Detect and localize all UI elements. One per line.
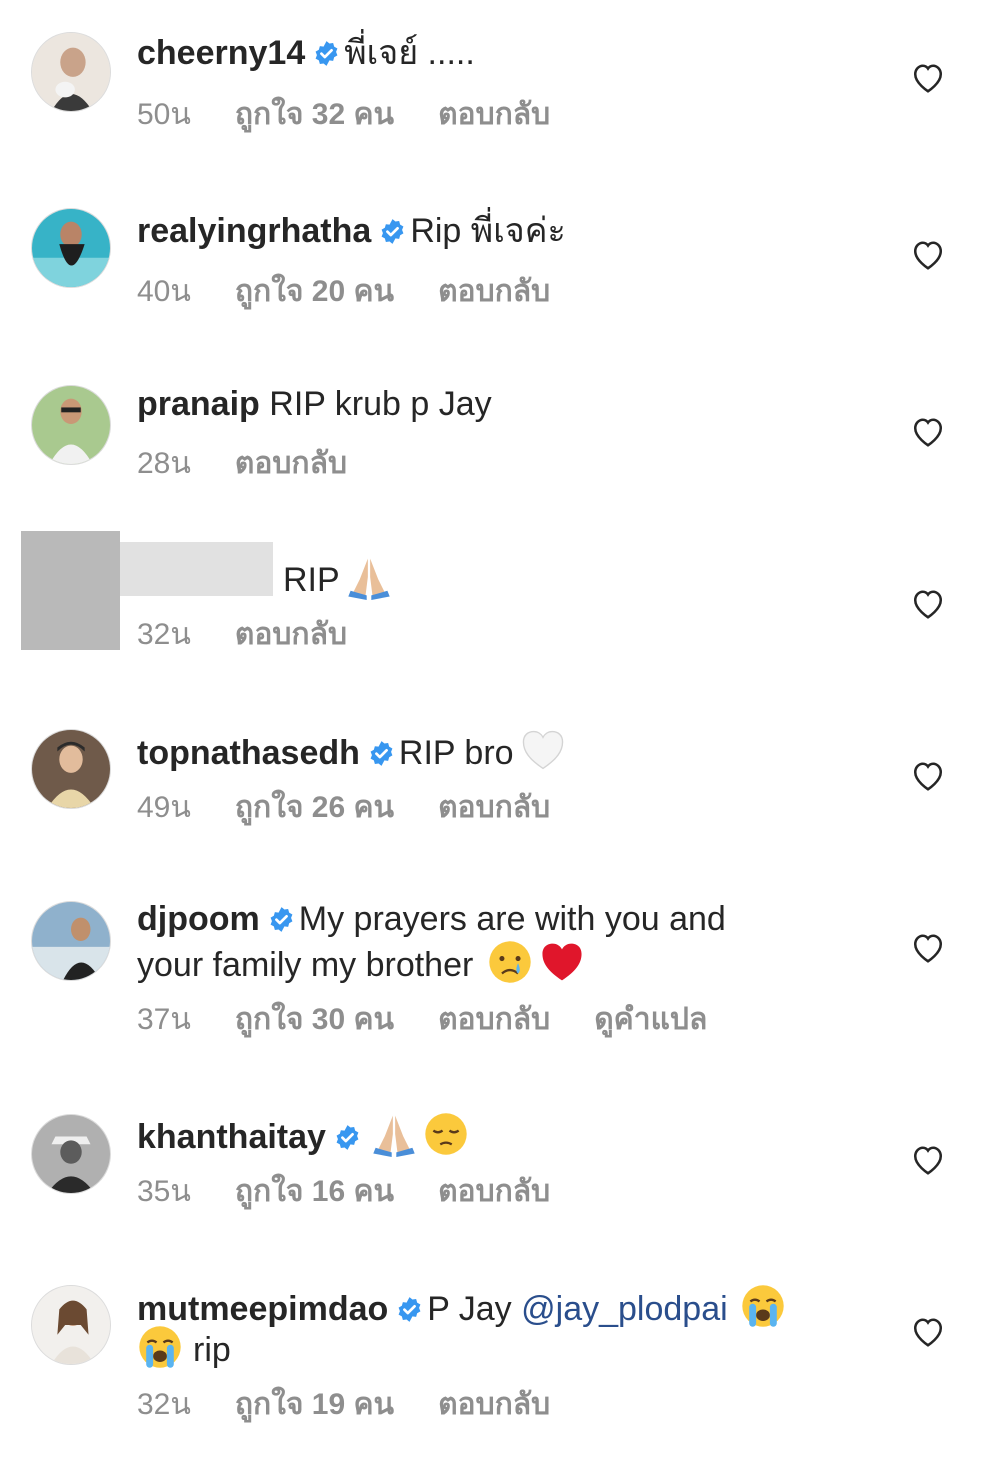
user-mention-link[interactable]: @jay_plodpai bbox=[521, 1290, 728, 1328]
comment-text-line: cheerny14 พี่เจย์ ..... bbox=[137, 32, 475, 74]
verified-badge-icon bbox=[334, 1124, 361, 1151]
likes-count[interactable]: ถูกใจ 16 คน bbox=[235, 1175, 394, 1208]
comment-body-line2: your family my brother bbox=[137, 946, 474, 984]
avatar[interactable] bbox=[31, 901, 111, 981]
avatar[interactable] bbox=[31, 385, 111, 465]
comment-time: 49น bbox=[137, 791, 191, 824]
comment-body: Rip พี่เจค่ะ bbox=[410, 212, 566, 250]
comment-username[interactable]: topnathasedh bbox=[137, 734, 360, 772]
comment-body: RIP bro bbox=[398, 734, 514, 772]
comment-time: 40น bbox=[137, 275, 191, 308]
comment-body-line2: rip bbox=[193, 1331, 231, 1369]
heart-outline-icon[interactable] bbox=[910, 930, 946, 964]
pensive-face-emoji bbox=[423, 1111, 469, 1157]
reply-button[interactable]: ตอบกลับ bbox=[438, 1003, 550, 1036]
comment-text-line: topnathasedh RIP bro bbox=[137, 727, 566, 774]
likes-count[interactable]: ถูกใจ 30 คน bbox=[235, 1003, 394, 1036]
avatar[interactable] bbox=[31, 208, 111, 288]
avatar[interactable] bbox=[31, 32, 111, 112]
comment-username[interactable]: mutmeepimdao bbox=[137, 1290, 388, 1328]
comment-meta: 50น ถูกใจ 32 คน ตอบกลับ bbox=[137, 97, 594, 133]
comment-text-line: realyingrhatha Rip พี่เจค่ะ bbox=[137, 210, 566, 252]
comment-text-line: your family my brother bbox=[137, 939, 585, 986]
comment-username[interactable]: pranaip bbox=[137, 385, 260, 423]
crying-face-emoji bbox=[487, 939, 533, 985]
heart-outline-icon[interactable] bbox=[910, 758, 946, 792]
likes-count[interactable]: ถูกใจ 20 คน bbox=[235, 275, 394, 308]
avatar[interactable] bbox=[31, 729, 111, 809]
comment-body: RIP krub p Jay bbox=[269, 385, 492, 423]
reply-button[interactable]: ตอบกลับ bbox=[438, 275, 550, 308]
comment-body-line1: My prayers are with you and bbox=[298, 900, 726, 938]
reply-button[interactable]: ตอบกลับ bbox=[235, 618, 347, 651]
heart-outline-icon[interactable] bbox=[910, 60, 946, 94]
comment-body: RIP bbox=[283, 561, 340, 599]
comment-body: P Jay bbox=[427, 1290, 512, 1328]
comment-text-line: rip bbox=[137, 1324, 231, 1371]
reply-button[interactable]: ตอบกลับ bbox=[235, 447, 347, 480]
comment-meta: 35น ถูกใจ 16 คน ตอบกลับ bbox=[137, 1174, 594, 1210]
comment-text-line: RIP bbox=[283, 554, 392, 601]
heart-outline-icon[interactable] bbox=[910, 237, 946, 271]
folded-hands-emoji bbox=[371, 1111, 417, 1157]
red-heart-emoji bbox=[539, 939, 585, 985]
likes-count[interactable]: ถูกใจ 32 คน bbox=[235, 98, 394, 131]
comment-meta: 40น ถูกใจ 20 คน ตอบกลับ bbox=[137, 274, 594, 310]
comment-text-line: pranaip RIP krub p Jay bbox=[137, 383, 492, 425]
comment-username[interactable]: realyingrhatha bbox=[137, 212, 371, 250]
verified-badge-icon bbox=[268, 906, 295, 933]
verified-badge-icon bbox=[368, 740, 395, 767]
heart-outline-icon[interactable] bbox=[910, 414, 946, 448]
reply-button[interactable]: ตอบกลับ bbox=[438, 98, 550, 131]
comment-time: 32น bbox=[137, 618, 191, 651]
comment-username[interactable]: djpoom bbox=[137, 900, 260, 938]
comment-time: 37น bbox=[137, 1003, 191, 1036]
heart-outline-icon[interactable] bbox=[910, 1142, 946, 1176]
comment-meta: 32น ถูกใจ 19 คน ตอบกลับ bbox=[137, 1387, 594, 1423]
comment-meta: 32น ตอบกลับ bbox=[137, 617, 391, 653]
reply-button[interactable]: ตอบกลับ bbox=[438, 1388, 550, 1421]
comment-meta: 28น ตอบกลับ bbox=[137, 446, 391, 482]
loudly-crying-face-emoji bbox=[740, 1283, 786, 1329]
white-heart-emoji bbox=[520, 727, 566, 773]
verified-badge-icon bbox=[396, 1296, 423, 1323]
likes-count[interactable]: ถูกใจ 19 คน bbox=[235, 1388, 394, 1421]
see-translation-button[interactable]: ดูคำแปล bbox=[594, 1003, 707, 1036]
heart-outline-icon[interactable] bbox=[910, 1314, 946, 1348]
comment-time: 35น bbox=[137, 1175, 191, 1208]
comment-meta: 49น ถูกใจ 26 คน ตอบกลับ bbox=[137, 790, 594, 826]
avatar[interactable] bbox=[31, 1285, 111, 1365]
redacted-username bbox=[120, 542, 273, 596]
folded-hands-emoji bbox=[346, 554, 392, 600]
heart-outline-icon[interactable] bbox=[910, 586, 946, 620]
redacted-avatar bbox=[21, 531, 120, 650]
likes-count[interactable]: ถูกใจ 26 คน bbox=[235, 791, 394, 824]
avatar[interactable] bbox=[31, 1114, 111, 1194]
reply-button[interactable]: ตอบกลับ bbox=[438, 791, 550, 824]
comment-time: 32น bbox=[137, 1388, 191, 1421]
comment-username[interactable]: cheerny14 bbox=[137, 34, 305, 72]
comment-username[interactable]: khanthaitay bbox=[137, 1118, 326, 1156]
reply-button[interactable]: ตอบกลับ bbox=[438, 1175, 550, 1208]
verified-badge-icon bbox=[313, 40, 340, 67]
comment-text-line: khanthaitay bbox=[137, 1111, 469, 1158]
comment-body: พี่เจย์ ..... bbox=[344, 34, 475, 72]
comment-text-line: djpoom My prayers are with you and bbox=[137, 898, 726, 940]
loudly-crying-face-emoji bbox=[137, 1324, 183, 1370]
verified-badge-icon bbox=[379, 218, 406, 245]
comment-meta: 37น ถูกใจ 30 คน ตอบกลับ ดูคำแปล bbox=[137, 1002, 751, 1038]
comment-text-line: mutmeepimdao P Jay @jay_plodpai bbox=[137, 1283, 786, 1330]
comment-time: 50น bbox=[137, 98, 191, 131]
comment-time: 28น bbox=[137, 447, 191, 480]
